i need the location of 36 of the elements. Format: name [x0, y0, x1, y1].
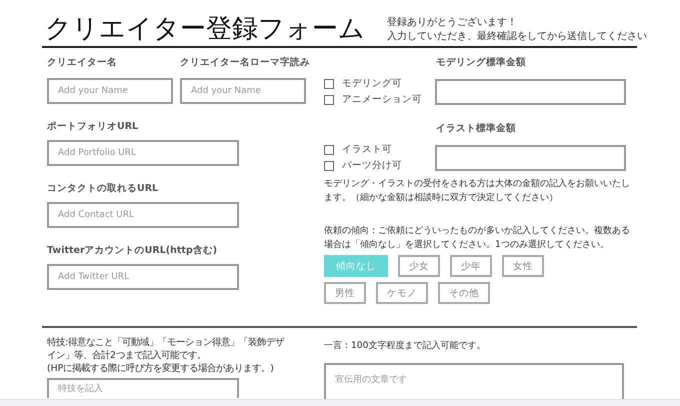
field-label: クリエイター名ローマ字読み: [180, 56, 310, 70]
field-label: ポートフォリオURL: [47, 120, 140, 134]
checkbox[interactable]: [324, 95, 334, 105]
checkbox-label: パーツ分け可: [342, 160, 402, 172]
field-label: モデリング標準金額: [436, 56, 527, 70]
name-input[interactable]: Add your Name: [180, 78, 306, 104]
field-label: クリエイター名: [47, 56, 118, 70]
tendency-option[interactable]: 男性: [324, 282, 366, 304]
price-note: モデリング・イラストの受付をされる方は大体の金額の記入をお願いいたし ます。（細かな金額は相談時に双方で決定してください）: [324, 178, 631, 205]
checkbox[interactable]: [324, 79, 334, 89]
form-title: クリエイター登録フォーム: [45, 13, 365, 46]
tendency-option[interactable]: 少女: [398, 255, 440, 277]
specialty-input[interactable]: 特技を記入: [47, 378, 239, 398]
intro-text: 登録ありがとうございます！: [387, 16, 518, 30]
price-input[interactable]: [435, 79, 626, 105]
url-input[interactable]: Add Contact URL: [47, 202, 239, 228]
field-label: イラスト標準金額: [436, 122, 517, 136]
name-input[interactable]: Add your Name: [47, 78, 173, 104]
url-input[interactable]: Add Portfolio URL: [47, 140, 239, 166]
url-input[interactable]: Add Twitter URL: [47, 264, 239, 290]
checkbox-label: モデリング可: [342, 78, 402, 90]
checkbox[interactable]: [324, 161, 334, 171]
checkbox-label: アニメーション可: [342, 94, 422, 106]
specialty-description: 特技:得意なこと「可動域」「モーション得意」「装飾デザ イン」等、合計2つまで記入可能です。 (HPに掲載する際に呼び方を変更する場合があります。): [47, 336, 286, 375]
tendency-option[interactable]: 少年: [450, 255, 492, 277]
tendency-option[interactable]: その他: [438, 282, 490, 304]
field-label: コンタクトの取れるURL: [47, 182, 160, 196]
tendency-description: 依頼の傾向：ご依頼にどういったものが多いか記入してください。複数ある 場合は「傾向なし」を選択してください。1つのみ選択してください。: [324, 224, 631, 252]
intro-text: 入力していただき、最終確認をしてから送信してください: [387, 30, 647, 44]
price-input[interactable]: [435, 145, 626, 171]
comment-label: 一言：100文字程度まで記入可能です。: [324, 340, 486, 353]
tendency-option[interactable]: ケモノ: [376, 282, 428, 304]
tendency-option[interactable]: 女性: [502, 255, 544, 277]
field-label: TwitterアカウントのURL(http含む): [47, 244, 218, 258]
checkbox[interactable]: [324, 145, 334, 155]
checkbox-label: イラスト可: [342, 144, 392, 156]
